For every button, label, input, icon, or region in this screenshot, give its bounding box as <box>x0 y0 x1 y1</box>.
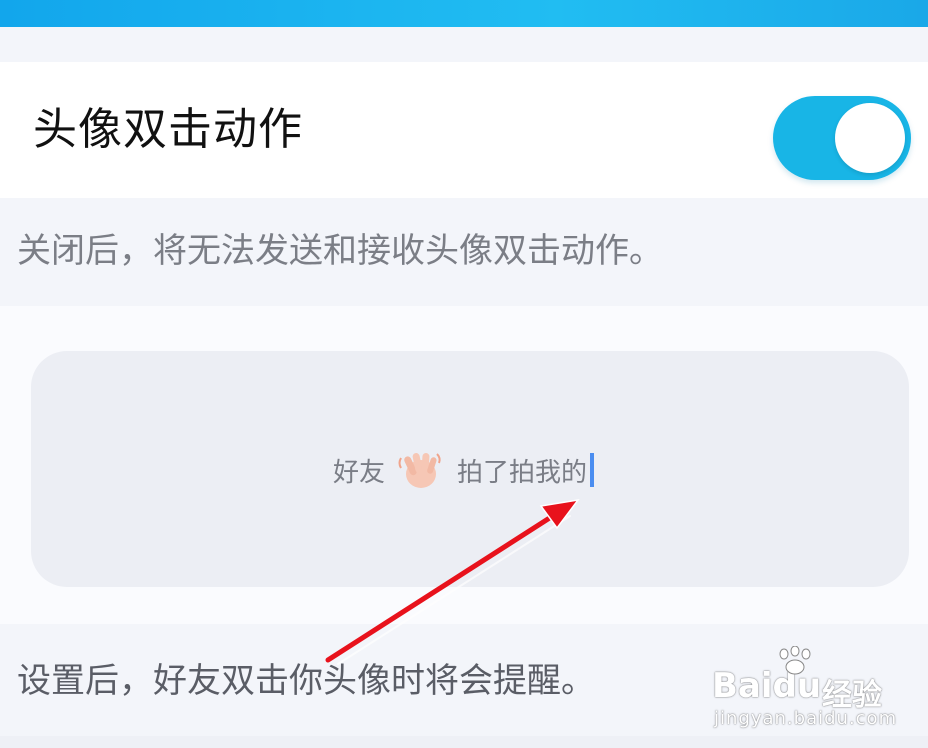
bottom-strip <box>0 736 928 748</box>
footer-note: 设置后，好友双击你头像时将会提醒。 <box>17 661 595 701</box>
paw-icon <box>779 646 811 675</box>
double-tap-toggle[interactable] <box>773 96 911 180</box>
waving-hand-icon <box>395 448 445 492</box>
toggle-knob <box>835 103 905 173</box>
preview-message-text: 拍了拍我的 <box>457 457 588 488</box>
text-cursor <box>590 453 595 487</box>
preview-friend-label: 好友 <box>333 457 386 488</box>
setting-title: 头像双击动作 <box>33 104 303 155</box>
setting-description: 关闭后，将无法发送和接收头像双击动作。 <box>17 231 663 271</box>
watermark-url: jingyan.baidu.com <box>714 708 898 729</box>
preview-message[interactable]: 好友 拍了拍我的 <box>333 448 595 492</box>
header-bar <box>0 0 928 27</box>
baidu-watermark: Baidu 经验 jingyan.baidu.com <box>712 646 896 736</box>
